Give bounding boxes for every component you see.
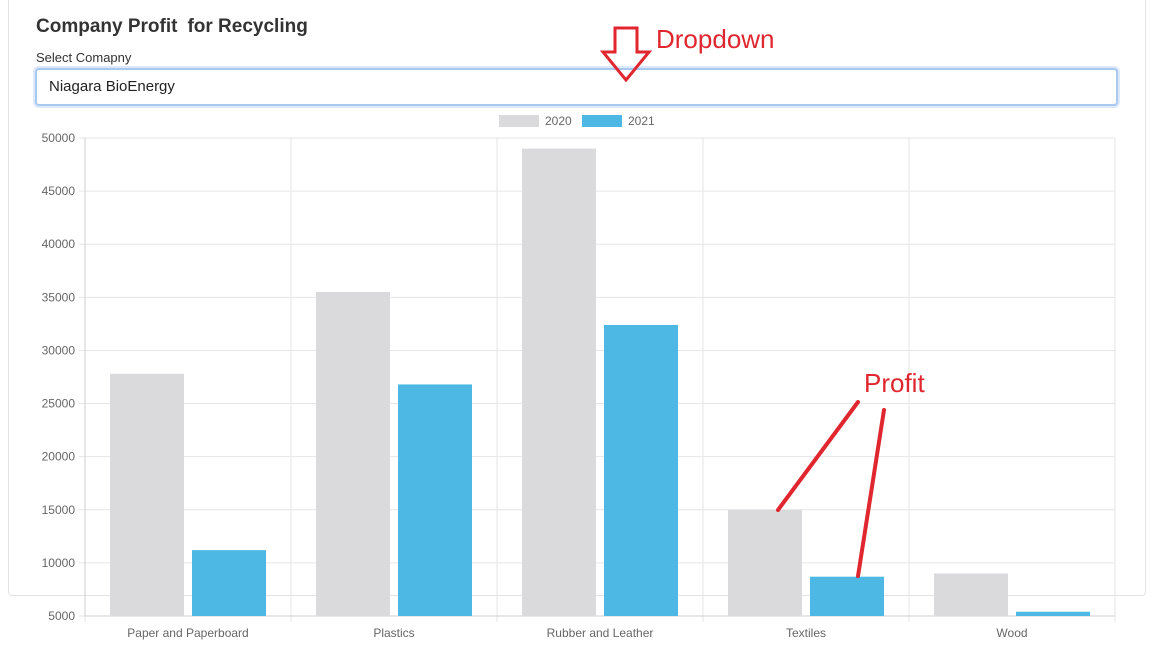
bar-2020: [316, 292, 390, 616]
bar-2020: [522, 148, 596, 616]
profit-pointer-2021: [856, 408, 886, 578]
y-tick-label: 45000: [42, 184, 76, 198]
bar-2021: [810, 576, 884, 616]
legend-swatch-2020: [499, 115, 539, 127]
bar-2021: [398, 384, 472, 616]
y-tick-label: 35000: [42, 290, 76, 304]
chart-legend: 2020 2021: [499, 114, 655, 128]
legend-swatch-2021: [582, 115, 622, 127]
chart-grid: [79, 137, 1116, 622]
x-tick-label: Wood: [996, 626, 1027, 640]
profit-pointer-2020: [776, 400, 860, 512]
bar-2020: [728, 509, 802, 616]
y-tick-label: 30000: [42, 343, 76, 357]
x-tick-label: Rubber and Leather: [547, 626, 654, 640]
profit-annotation: Profit: [864, 368, 925, 398]
x-tick-label: Textiles: [786, 626, 826, 640]
y-tick-label: 5000: [48, 609, 75, 623]
y-tick-label: 50000: [42, 131, 76, 145]
bar-2021: [604, 324, 678, 616]
bar-2020: [934, 573, 1008, 616]
x-tick-label: Plastics: [373, 626, 414, 640]
x-tick-label: Paper and Paperboard: [127, 626, 248, 640]
bar-2020: [110, 373, 184, 616]
bar-2021: [192, 550, 266, 616]
y-tick-label: 15000: [42, 503, 76, 517]
dropdown-annotation: Dropdown: [656, 24, 775, 54]
y-tick-label: 40000: [42, 237, 76, 251]
bar-2021: [1016, 611, 1090, 616]
y-tick-label: 10000: [42, 556, 76, 570]
y-tick-label: 25000: [42, 397, 76, 411]
bar-chart: 2020 2021 5000 10000 15000 20000 25000 30000 35…: [42, 24, 1116, 640]
chart-bars: [110, 148, 1090, 616]
y-tick-label: 20000: [42, 450, 76, 464]
legend-label-2020: 2020: [545, 114, 572, 128]
legend-label-2021: 2021: [628, 114, 655, 128]
dropdown-arrow-icon: [599, 26, 653, 83]
